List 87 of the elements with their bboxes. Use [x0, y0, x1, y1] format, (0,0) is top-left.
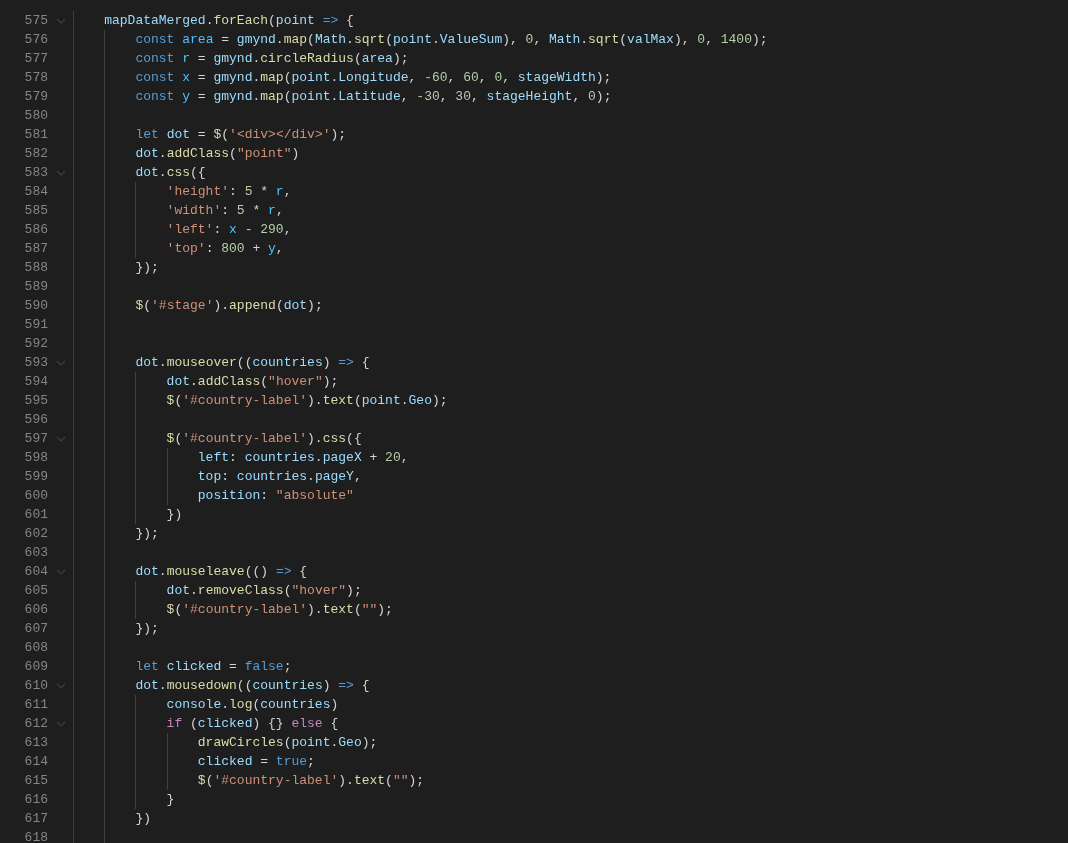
code-line: dot.mouseleave(() => { — [134, 564, 308, 579]
line-number: 607 — [23, 620, 48, 638]
line-number: 605 — [23, 582, 48, 600]
line-number: 615 — [23, 772, 48, 790]
line-number: 592 — [23, 335, 48, 353]
line-number: 612 — [23, 715, 48, 733]
chevron-icon[interactable] — [55, 568, 66, 575]
line-number: 598 — [23, 449, 48, 467]
line-number: 601 — [23, 506, 48, 524]
code-line: dot.addClass("hover"); — [165, 374, 339, 389]
code-line: $('#stage').append(dot); — [134, 298, 323, 313]
line-number: 595 — [23, 392, 48, 410]
code-line: dot.mousedown((countries) => { — [134, 678, 370, 693]
code-line: clicked = true; — [196, 754, 315, 769]
line-number: 616 — [23, 791, 48, 809]
code-line: position: "absolute" — [196, 488, 354, 503]
code-line: const r = gmynd.circleRadius(area); — [134, 51, 409, 66]
line-number: 585 — [23, 202, 48, 220]
code-line: }) — [134, 811, 151, 826]
code-line: mapDataMerged.forEach(point => { — [103, 13, 354, 28]
line-number: 613 — [23, 734, 48, 752]
line-number: 588 — [23, 259, 48, 277]
chevron-icon[interactable] — [55, 682, 66, 689]
code-line: let clicked = false; — [134, 659, 292, 674]
code-line: }); — [134, 526, 159, 541]
line-number: 608 — [23, 639, 48, 657]
line-number: 604 — [23, 563, 48, 581]
code-line: $('#country-label').css({ — [165, 431, 362, 446]
line-number: 591 — [23, 316, 48, 334]
line-number: 586 — [23, 221, 48, 239]
line-number: 593 — [23, 354, 48, 372]
chevron-icon[interactable] — [55, 17, 66, 24]
code-line: 'height': 5 * r, — [165, 184, 292, 199]
code-line: console.log(countries) — [165, 697, 339, 712]
code-line: }); — [134, 621, 159, 636]
line-number: 603 — [23, 544, 48, 562]
code-line: 'top': 800 + y, — [165, 241, 284, 256]
code-line: $('#country-label').text(""); — [165, 602, 393, 617]
line-number: 600 — [23, 487, 48, 505]
code-line: }); — [134, 260, 159, 275]
code-line: if (clicked) {} else { — [165, 716, 339, 731]
code-line: const x = gmynd.map(point.Longitude, -60, 60, 0, stageWidth); — [134, 70, 612, 85]
line-number: 589 — [23, 278, 48, 296]
line-number: 610 — [23, 677, 48, 695]
line-number: 587 — [23, 240, 48, 258]
line-number: 594 — [23, 373, 48, 391]
line-number: 599 — [23, 468, 48, 486]
chevron-icon[interactable] — [55, 359, 66, 366]
line-number: 597 — [23, 430, 48, 448]
code-line: dot.removeClass("hover"); — [165, 583, 362, 598]
code-line: const area = gmynd.map(Math.sqrt(point.ValueSum), 0, Math.sqrt(valMax), 0, 1400); — [134, 32, 768, 47]
code-line: left: countries.pageX + 20, — [196, 450, 409, 465]
line-number: 578 — [23, 69, 48, 87]
code-line: dot.mouseover((countries) => { — [134, 355, 370, 370]
chevron-icon[interactable] — [55, 435, 66, 442]
line-number: 614 — [23, 753, 48, 771]
line-number: 609 — [23, 658, 48, 676]
code-line: $('#country-label').text(""); — [196, 773, 425, 788]
line-number: 611 — [23, 696, 48, 714]
code-line: }) — [165, 507, 183, 522]
line-number: 582 — [23, 145, 48, 163]
code-line: drawCircles(point.Geo); — [196, 735, 378, 750]
line-number: 590 — [23, 297, 48, 315]
code-line: } — [165, 792, 175, 807]
chevron-icon[interactable] — [55, 169, 66, 176]
code-line: $('#country-label').text(point.Geo); — [165, 393, 448, 408]
line-number: 596 — [23, 411, 48, 429]
line-number: 617 — [23, 810, 48, 828]
line-number: 577 — [23, 50, 48, 68]
line-number: 580 — [23, 107, 48, 125]
code-line: 'width': 5 * r, — [165, 203, 284, 218]
line-number: 576 — [23, 31, 48, 49]
code-line: top: countries.pageY, — [196, 469, 362, 484]
line-number: 581 — [23, 126, 48, 144]
chevron-icon[interactable] — [55, 720, 66, 727]
code-line: dot.addClass("point") — [134, 146, 300, 161]
line-number: 584 — [23, 183, 48, 201]
code-line: const y = gmynd.map(point.Latitude, -30, 30, stageHeight, 0); — [134, 89, 612, 104]
line-number: 579 — [23, 88, 48, 106]
line-number: 602 — [23, 525, 48, 543]
line-number: 618 — [23, 829, 48, 843]
code-line: let dot = $('<div></div>'); — [134, 127, 347, 142]
line-number: 575 — [23, 12, 48, 30]
line-number: 583 — [23, 164, 48, 182]
code-line: dot.css({ — [134, 165, 206, 180]
code-line: 'left': x - 290, — [165, 222, 292, 237]
line-number: 606 — [23, 601, 48, 619]
